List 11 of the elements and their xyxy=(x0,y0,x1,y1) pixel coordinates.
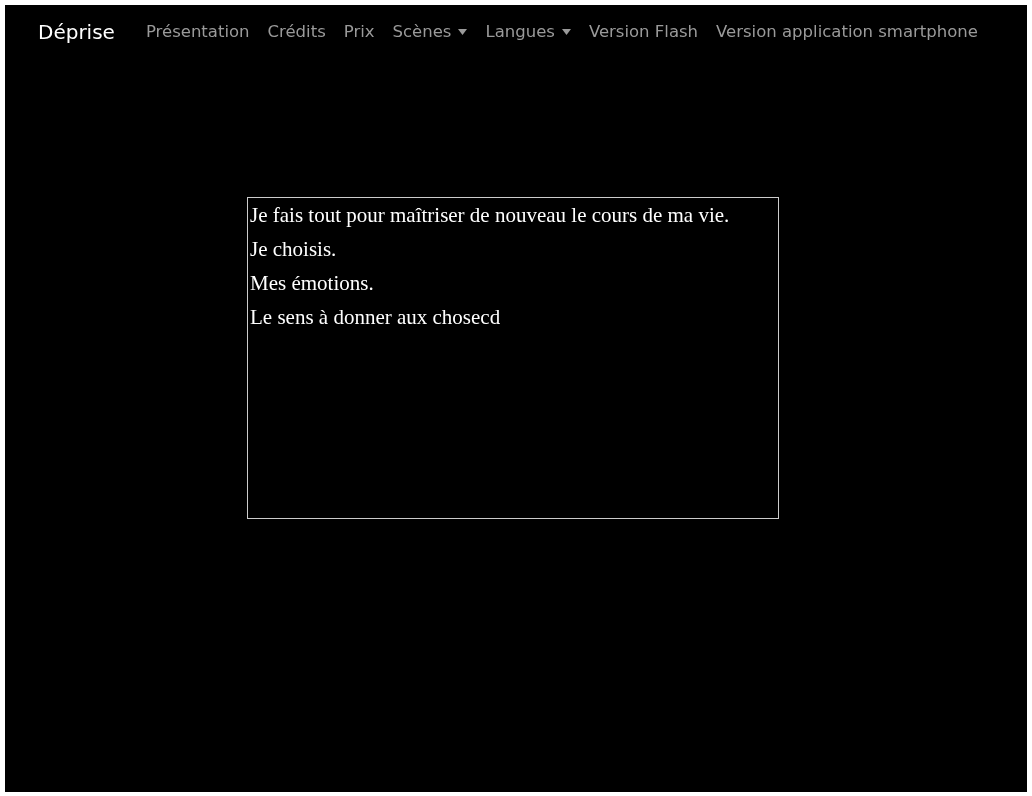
dropdown-link[interactable]: Scènes xyxy=(383,19,477,45)
nav-link[interactable]: Prix xyxy=(334,19,384,45)
nav-link[interactable]: Présentation xyxy=(136,19,259,45)
dropdown-link[interactable]: Langues xyxy=(476,19,580,45)
caret-icon xyxy=(561,29,571,35)
text-area[interactable]: Je fais tout pour maîtriser de nouveau le cours de ma vie. Je choisis. Mes émotions. Le sens à donner aux chosecd xyxy=(247,197,779,519)
nav-link[interactable]: Crédits xyxy=(258,19,335,45)
caret-icon xyxy=(458,29,468,35)
brand-link[interactable]: Déprise xyxy=(38,17,115,47)
nav-link[interactable]: Version application smartphone xyxy=(707,19,987,45)
nav-link[interactable]: Version Flash xyxy=(579,19,708,45)
